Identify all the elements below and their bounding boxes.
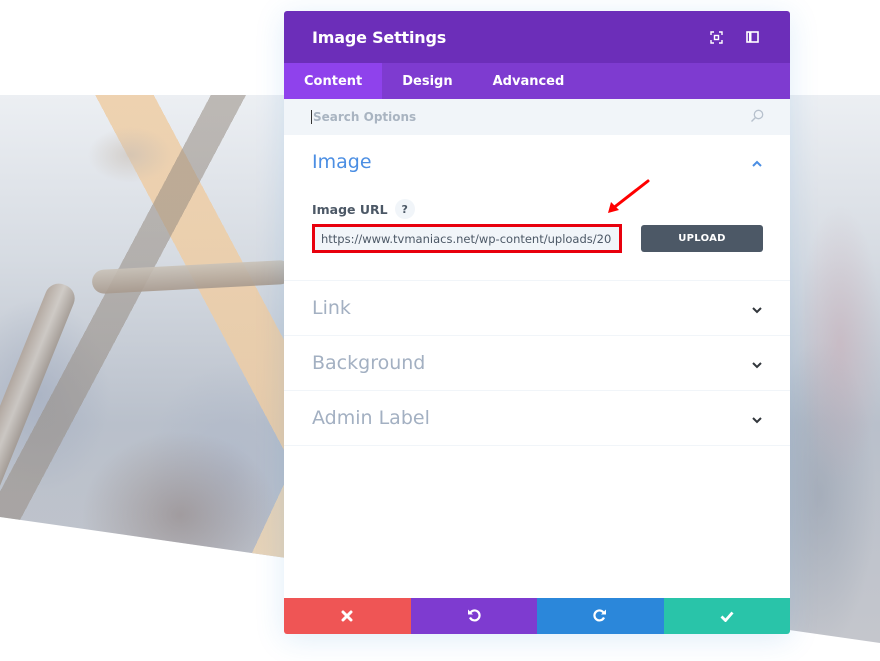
search-input[interactable] xyxy=(311,110,750,124)
checkmark-icon xyxy=(720,607,734,626)
chevron-down-icon[interactable] xyxy=(751,409,763,428)
section-background: Background xyxy=(284,336,790,391)
undo-button[interactable] xyxy=(410,598,537,634)
close-icon xyxy=(341,607,353,626)
chevron-down-icon[interactable] xyxy=(751,354,763,373)
section-admin-label-toggle[interactable]: Admin Label xyxy=(312,391,763,445)
chevron-up-icon[interactable] xyxy=(751,153,763,172)
fullscreen-icon[interactable] xyxy=(706,27,726,47)
help-icon[interactable]: ? xyxy=(394,199,415,219)
section-title: Admin Label xyxy=(312,407,430,429)
cancel-button[interactable] xyxy=(284,598,411,634)
image-url-label: Image URL ? xyxy=(312,199,763,219)
sidebar-layout-icon[interactable] xyxy=(742,27,762,47)
clothes-rack-bar xyxy=(91,259,293,295)
image-url-row: UPLOAD xyxy=(312,224,763,253)
section-link: Link xyxy=(284,281,790,336)
upload-button[interactable]: UPLOAD xyxy=(641,225,763,252)
save-button[interactable] xyxy=(663,598,790,634)
section-admin-label: Admin Label xyxy=(284,391,790,446)
section-image: Image Image URL ? UPLOAD xyxy=(284,135,790,281)
redo-icon xyxy=(593,607,607,626)
clothes-rack-pole xyxy=(0,279,79,588)
modal-header: Image Settings xyxy=(284,11,790,63)
image-url-input[interactable] xyxy=(312,224,622,253)
redo-button[interactable] xyxy=(537,598,664,634)
tab-bar: Content Design Advanced xyxy=(284,63,790,99)
section-title: Background xyxy=(312,352,426,374)
modal-footer xyxy=(284,598,790,634)
tab-content[interactable]: Content xyxy=(284,63,383,99)
section-background-toggle[interactable]: Background xyxy=(312,336,763,390)
section-image-body: Image URL ? UPLOAD xyxy=(312,199,763,280)
search-icon[interactable] xyxy=(750,108,764,127)
image-url-label-text: Image URL xyxy=(312,201,388,217)
section-link-toggle[interactable]: Link xyxy=(312,281,763,335)
section-title: Link xyxy=(312,297,351,319)
undo-icon xyxy=(467,607,481,626)
modal-title: Image Settings xyxy=(312,27,447,47)
tab-advanced[interactable]: Advanced xyxy=(473,63,585,99)
section-image-toggle[interactable]: Image xyxy=(312,135,763,189)
section-title: Image xyxy=(312,151,372,173)
chevron-down-icon[interactable] xyxy=(751,299,763,318)
tab-design[interactable]: Design xyxy=(382,63,472,99)
search-bar xyxy=(284,99,790,135)
image-settings-modal: Image Settings Content Design Advanced S… xyxy=(284,11,790,634)
